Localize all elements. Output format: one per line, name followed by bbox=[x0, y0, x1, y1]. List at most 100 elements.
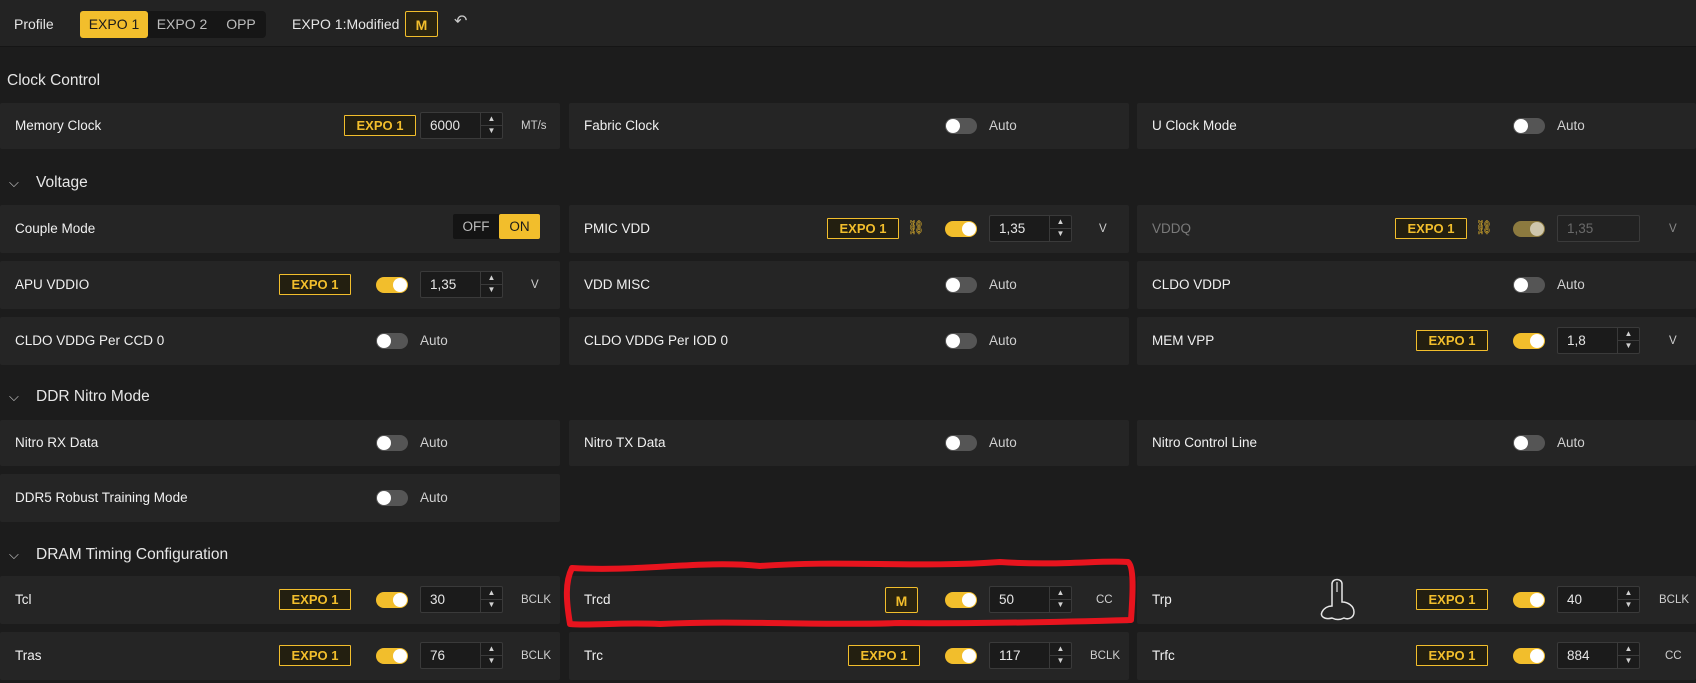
tcl-input[interactable]: 30 ▲ ▼ bbox=[420, 586, 503, 613]
cldo-vddg-ccd-state: Auto bbox=[420, 333, 448, 348]
tras-row: Tras EXPO 1 76 ▲ ▼ BCLK bbox=[0, 632, 560, 680]
robust-training-row: DDR5 Robust Training Mode Auto bbox=[0, 474, 560, 522]
couple-mode-off[interactable]: OFF bbox=[453, 214, 499, 239]
cldo-vddp-label: CLDO VDDP bbox=[1152, 277, 1231, 292]
pmic-vdd-unit: V bbox=[1099, 223, 1107, 235]
trp-value: 40 bbox=[1567, 592, 1583, 607]
trp-input[interactable]: 40 ▲ ▼ bbox=[1557, 586, 1640, 613]
tras-label: Tras bbox=[15, 648, 42, 663]
uclock-mode-label: U Clock Mode bbox=[1152, 118, 1237, 133]
profile-tab-expo1[interactable]: EXPO 1 bbox=[80, 11, 148, 38]
trc-label: Trc bbox=[584, 648, 603, 663]
decrement-icon[interactable]: ▼ bbox=[1618, 655, 1639, 667]
apu-vddio-value: 1,35 bbox=[430, 277, 457, 292]
tras-toggle[interactable] bbox=[376, 648, 408, 664]
fabric-clock-state: Auto bbox=[989, 118, 1017, 133]
nitro-control-row: Nitro Control Line Auto bbox=[1137, 420, 1696, 466]
chevron-down-icon[interactable]: ⌵ bbox=[9, 547, 23, 563]
decrement-icon[interactable]: ▼ bbox=[1050, 655, 1071, 667]
nitro-tx-toggle[interactable] bbox=[945, 435, 977, 451]
decrement-icon[interactable]: ▼ bbox=[481, 125, 502, 137]
pmic-vdd-input[interactable]: 1,35 ▲ ▼ bbox=[989, 215, 1072, 242]
trc-toggle[interactable] bbox=[945, 648, 977, 664]
pmic-vdd-toggle[interactable] bbox=[945, 221, 977, 237]
chevron-down-icon[interactable]: ⌵ bbox=[9, 175, 23, 191]
trcd-input[interactable]: 50 ▲ ▼ bbox=[989, 586, 1072, 613]
memory-clock-row: Memory Clock EXPO 1 6000 ▲ ▼ MT/s bbox=[0, 103, 560, 149]
nitro-rx-toggle[interactable] bbox=[376, 435, 408, 451]
nitro-tx-label: Nitro TX Data bbox=[584, 435, 666, 450]
link-icon[interactable]: ⛓ bbox=[907, 219, 925, 236]
trc-input[interactable]: 117 ▲ ▼ bbox=[989, 642, 1072, 669]
tras-unit: BCLK bbox=[521, 650, 552, 662]
couple-mode-on[interactable]: ON bbox=[499, 214, 540, 239]
uclock-mode-row: U Clock Mode Auto bbox=[1137, 103, 1696, 149]
trp-toggle[interactable] bbox=[1513, 592, 1545, 608]
pmic-vdd-label: PMIC VDD bbox=[584, 221, 651, 236]
vddq-value: 1,35 bbox=[1567, 221, 1594, 236]
fabric-clock-row: Fabric Clock Auto bbox=[569, 103, 1129, 149]
trc-unit: BCLK bbox=[1090, 650, 1121, 662]
manual-badge: M bbox=[885, 587, 918, 613]
trfc-label: Trfc bbox=[1152, 648, 1175, 663]
tcl-toggle[interactable] bbox=[376, 592, 408, 608]
expo-badge: EXPO 1 bbox=[1416, 645, 1488, 666]
nitro-rx-label: Nitro RX Data bbox=[15, 435, 99, 450]
mem-vpp-value: 1,8 bbox=[1567, 333, 1586, 348]
fabric-clock-toggle[interactable] bbox=[945, 118, 977, 134]
trfc-toggle[interactable] bbox=[1513, 648, 1545, 664]
profile-status: EXPO 1:Modified bbox=[292, 16, 400, 32]
trp-label: Trp bbox=[1152, 592, 1172, 607]
profile-tab-opp[interactable]: OPP bbox=[216, 11, 266, 38]
cldo-vddp-toggle[interactable] bbox=[1513, 277, 1545, 293]
nitro-control-toggle[interactable] bbox=[1513, 435, 1545, 451]
vdd-misc-row: VDD MISC Auto bbox=[569, 261, 1129, 309]
mem-vpp-toggle[interactable] bbox=[1513, 333, 1545, 349]
trfc-input[interactable]: 884 ▲ ▼ bbox=[1557, 642, 1640, 669]
cldo-vddg-iod-toggle[interactable] bbox=[945, 333, 977, 349]
cldo-vddp-state: Auto bbox=[1557, 277, 1585, 292]
section-ddr-nitro-title: DDR Nitro Mode bbox=[36, 388, 150, 405]
trfc-value: 884 bbox=[1567, 648, 1590, 663]
decrement-icon[interactable]: ▼ bbox=[1050, 228, 1071, 240]
vdd-misc-toggle[interactable] bbox=[945, 277, 977, 293]
section-dram-timing-title: DRAM Timing Configuration bbox=[36, 546, 229, 563]
cldo-vddg-ccd-label: CLDO VDDG Per CCD 0 bbox=[15, 333, 165, 348]
decrement-icon[interactable]: ▼ bbox=[481, 284, 502, 296]
expo-badge: EXPO 1 bbox=[848, 645, 920, 666]
mem-vpp-unit: V bbox=[1669, 335, 1677, 347]
trfc-row: Trfc EXPO 1 884 ▲ ▼ CC bbox=[1137, 632, 1696, 680]
vddq-row: VDDQ EXPO 1 ⛓ 1,35 V bbox=[1137, 205, 1696, 253]
trfc-unit: CC bbox=[1665, 650, 1682, 662]
vddq-label: VDDQ bbox=[1152, 221, 1192, 236]
vdd-misc-label: VDD MISC bbox=[584, 277, 651, 292]
apu-vddio-input[interactable]: 1,35 ▲ ▼ bbox=[420, 271, 503, 298]
memory-clock-input[interactable]: 6000 ▲ ▼ bbox=[420, 112, 503, 139]
profile-tab-expo2[interactable]: EXPO 2 bbox=[148, 11, 216, 38]
uclock-mode-toggle[interactable] bbox=[1513, 118, 1545, 134]
cldo-vddg-ccd-toggle[interactable] bbox=[376, 333, 408, 349]
mem-vpp-input[interactable]: 1,8 ▲ ▼ bbox=[1557, 327, 1640, 354]
couple-mode-switch[interactable]: OFF ON bbox=[453, 214, 540, 239]
link-icon[interactable]: ⛓ bbox=[1475, 219, 1493, 236]
pmic-vdd-row: PMIC VDD EXPO 1 ⛓ 1,35 ▲ ▼ V bbox=[569, 205, 1129, 253]
undo-icon[interactable]: ↶ bbox=[454, 14, 470, 30]
tras-value: 76 bbox=[430, 648, 446, 663]
modified-badge[interactable]: M bbox=[405, 11, 438, 37]
apu-vddio-toggle[interactable] bbox=[376, 277, 408, 293]
decrement-icon[interactable]: ▼ bbox=[481, 599, 502, 611]
nitro-control-label: Nitro Control Line bbox=[1152, 435, 1258, 450]
decrement-icon[interactable]: ▼ bbox=[1618, 340, 1639, 352]
decrement-icon[interactable]: ▼ bbox=[1618, 599, 1639, 611]
pmic-vdd-value: 1,35 bbox=[999, 221, 1026, 236]
tcl-label: Tcl bbox=[15, 592, 32, 607]
robust-training-toggle[interactable] bbox=[376, 490, 408, 506]
trcd-toggle[interactable] bbox=[945, 592, 977, 608]
trc-value: 117 bbox=[999, 648, 1021, 663]
decrement-icon[interactable]: ▼ bbox=[1050, 599, 1071, 611]
cldo-vddg-iod-row: CLDO VDDG Per IOD 0 Auto bbox=[569, 317, 1129, 365]
chevron-down-icon[interactable]: ⌵ bbox=[9, 389, 23, 405]
tcl-unit: BCLK bbox=[521, 594, 552, 606]
decrement-icon[interactable]: ▼ bbox=[481, 655, 502, 667]
tras-input[interactable]: 76 ▲ ▼ bbox=[420, 642, 503, 669]
